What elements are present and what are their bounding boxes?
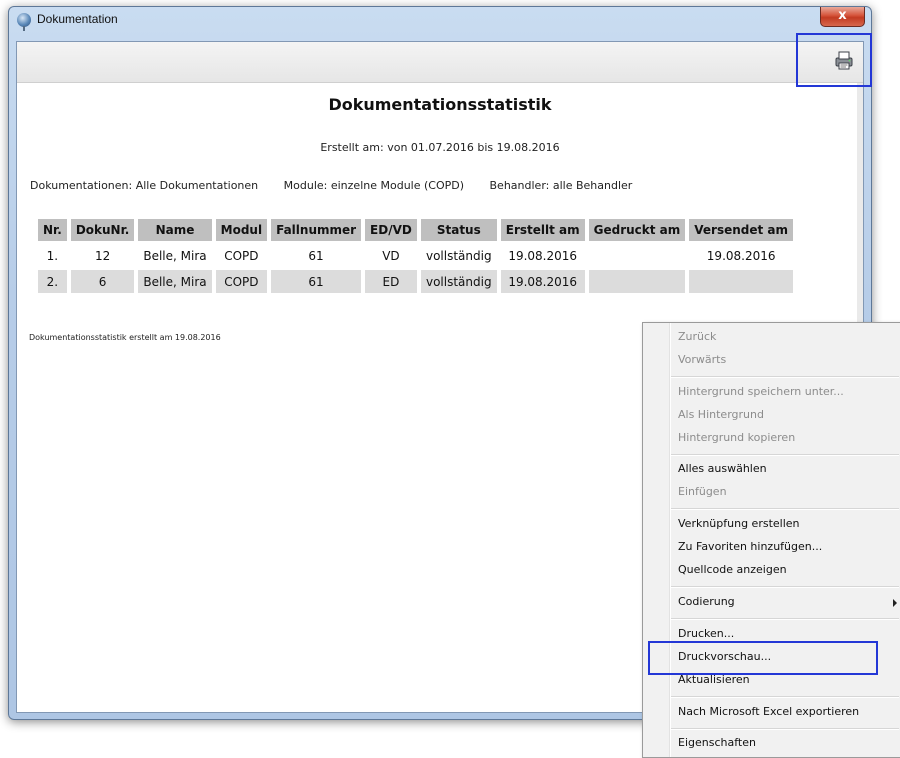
table-row: 2. 6 Belle, Mira COPD 61 ED vollständig … bbox=[38, 270, 794, 293]
title-bar[interactable]: Dokumentation x bbox=[9, 7, 871, 33]
menu-item-encoding[interactable]: Codierung bbox=[678, 595, 735, 608]
footer-note: Dokumentationsstatistik erstellt am 19.0… bbox=[29, 333, 221, 342]
cell-dokunr: 6 bbox=[70, 270, 135, 293]
statistics-table: Nr. DokuNr. Name Modul Fallnummer ED/VD … bbox=[34, 216, 797, 296]
close-button[interactable]: x bbox=[820, 7, 865, 27]
cell-modul: COPD bbox=[215, 270, 268, 293]
table-row: 1. 12 Belle, Mira COPD 61 VD vollständig… bbox=[38, 244, 793, 267]
submenu-arrow-icon bbox=[893, 599, 897, 607]
cell-nr: 2. bbox=[38, 270, 67, 293]
menu-item-paste[interactable]: Einfügen bbox=[678, 485, 727, 498]
menu-item-print[interactable]: Drucken... bbox=[678, 627, 734, 640]
print-preview-highlight bbox=[648, 641, 878, 675]
date-range: Erstellt am: von 01.07.2016 bis 19.08.20… bbox=[320, 141, 560, 154]
cell-versendet-am: 19.08.2016 bbox=[706, 248, 776, 263]
menu-item-save-background[interactable]: Hintergrund speichern unter... bbox=[678, 385, 844, 398]
menu-item-set-as-background[interactable]: Als Hintergrund bbox=[678, 408, 764, 421]
col-modul: Modul bbox=[215, 219, 268, 241]
menu-item-export-excel[interactable]: Nach Microsoft Excel exportieren bbox=[678, 705, 859, 718]
col-nr: Nr. bbox=[38, 219, 67, 241]
context-menu: Zurück Vorwärts Hintergrund speichern un… bbox=[642, 322, 900, 758]
cell-gedruckt-am bbox=[588, 270, 686, 293]
page-title: Dokumentationsstatistik bbox=[328, 95, 552, 114]
menu-separator bbox=[671, 454, 899, 456]
cell-name: Belle, Mira bbox=[143, 248, 207, 263]
menu-item-back[interactable]: Zurück bbox=[678, 330, 716, 343]
menu-item-copy-background[interactable]: Hintergrund kopieren bbox=[678, 431, 795, 444]
col-status: Status bbox=[420, 219, 497, 241]
window-title: Dokumentation bbox=[37, 12, 118, 26]
cell-edvd: VD bbox=[382, 248, 400, 263]
cell-fallnummer: 61 bbox=[308, 248, 324, 263]
cell-dokunr: 12 bbox=[94, 248, 111, 263]
col-fallnummer: Fallnummer bbox=[271, 219, 362, 241]
cell-modul: COPD bbox=[224, 248, 259, 263]
filter-modules: Module: einzelne Module (COPD) bbox=[283, 179, 465, 192]
menu-item-forward[interactable]: Vorwärts bbox=[678, 353, 726, 366]
menu-item-create-shortcut[interactable]: Verknüpfung erstellen bbox=[678, 517, 800, 530]
menu-separator bbox=[671, 728, 899, 730]
table-header-row: Nr. DokuNr. Name Modul Fallnummer ED/VD … bbox=[38, 219, 794, 241]
menu-separator bbox=[671, 376, 899, 378]
col-versendet-am: Versendet am bbox=[689, 219, 794, 241]
col-edvd: ED/VD bbox=[365, 219, 417, 241]
menu-separator bbox=[671, 586, 899, 588]
toolbar bbox=[17, 42, 863, 83]
menu-item-add-favorites[interactable]: Zu Favoriten hinzufügen... bbox=[678, 540, 822, 553]
filter-practitioners: Behandler: alle Behandler bbox=[489, 179, 633, 192]
filter-documentations: Dokumentationen: Alle Dokumentationen bbox=[30, 179, 259, 192]
menu-item-properties[interactable]: Eigenschaften bbox=[678, 736, 756, 749]
cell-status: vollständig bbox=[425, 248, 492, 263]
filter-summary: Dokumentationen: Alle Dokumentationen Mo… bbox=[30, 179, 654, 192]
menu-separator bbox=[671, 696, 899, 698]
cell-erstellt-am: 19.08.2016 bbox=[508, 248, 578, 263]
cell-fallnummer: 61 bbox=[271, 270, 362, 293]
cell-erstellt-am: 19.08.2016 bbox=[500, 270, 585, 293]
print-icon-highlight bbox=[796, 33, 872, 87]
app-globe-icon bbox=[17, 13, 31, 31]
menu-item-view-source[interactable]: Quellcode anzeigen bbox=[678, 563, 787, 576]
cell-name: Belle, Mira bbox=[138, 270, 212, 293]
col-name: Name bbox=[138, 219, 212, 241]
col-erstellt-am: Erstellt am bbox=[500, 219, 585, 241]
menu-item-select-all[interactable]: Alles auswählen bbox=[678, 462, 767, 475]
cell-versendet-am bbox=[689, 270, 794, 293]
cell-edvd: ED bbox=[365, 270, 417, 293]
col-gedruckt-am: Gedruckt am bbox=[588, 219, 686, 241]
menu-separator bbox=[671, 508, 899, 510]
cell-status: vollständig bbox=[420, 270, 497, 293]
menu-separator bbox=[671, 618, 899, 620]
col-dokunr: DokuNr. bbox=[70, 219, 135, 241]
cell-nr: 1. bbox=[46, 248, 59, 263]
cell-gedruckt-am bbox=[589, 244, 686, 267]
